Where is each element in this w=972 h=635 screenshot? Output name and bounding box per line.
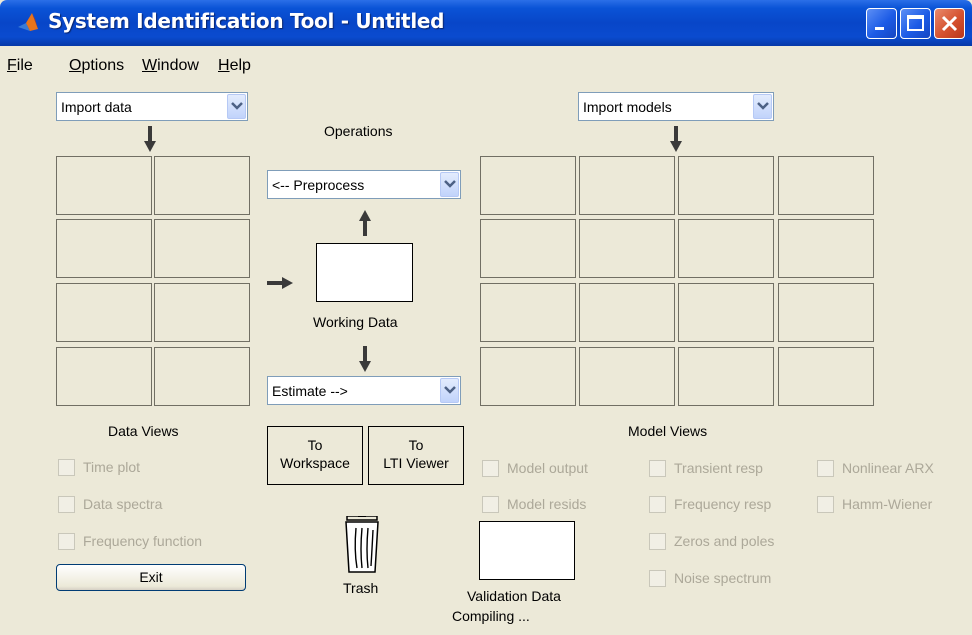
chevron-down-icon	[757, 102, 769, 110]
minimize-button[interactable]	[866, 8, 897, 39]
checkbox-box[interactable]	[58, 459, 75, 476]
to-workspace-button[interactable]: To Workspace	[267, 426, 363, 485]
arrow-down-icon	[359, 346, 371, 372]
checkbox-box[interactable]	[649, 460, 666, 477]
checkbox-box[interactable]	[649, 570, 666, 587]
import-data-select[interactable]: Import data	[56, 92, 248, 121]
working-data-slot[interactable]	[316, 243, 413, 302]
window-title: System Identification Tool - Untitled	[48, 9, 445, 33]
model-slot[interactable]	[480, 283, 576, 342]
data-slot[interactable]	[56, 219, 152, 278]
model-slot[interactable]	[778, 219, 874, 278]
estimate-select[interactable]: Estimate -->	[267, 376, 461, 405]
data-slot[interactable]	[56, 156, 152, 215]
minimize-icon	[875, 27, 884, 30]
main-panel: Import data Data Views Time plot Data sp…	[0, 86, 972, 635]
arrow-down-icon	[144, 126, 156, 152]
title-bar[interactable]: System Identification Tool - Untitled	[0, 0, 972, 46]
model-slot[interactable]	[480, 347, 576, 406]
trash-bin[interactable]	[342, 515, 382, 574]
chevron-down-icon	[444, 386, 456, 394]
checkbox-box[interactable]	[58, 496, 75, 513]
trash-label: Trash	[343, 580, 379, 596]
data-slot[interactable]	[154, 283, 250, 342]
status-text: Compiling ...	[452, 608, 530, 624]
exit-button[interactable]: Exit	[56, 564, 246, 591]
maximize-button[interactable]	[900, 8, 931, 39]
import-models-value: Import models	[583, 99, 672, 115]
model-slot[interactable]	[678, 347, 774, 406]
checkbox-box[interactable]	[649, 496, 666, 513]
to-lti-viewer-button[interactable]: To LTI Viewer	[368, 426, 464, 485]
arrow-up-icon	[359, 210, 371, 236]
arrow-right-icon	[267, 277, 293, 289]
data-slot[interactable]	[56, 347, 152, 406]
close-button[interactable]	[934, 8, 965, 39]
model-slot[interactable]	[678, 156, 774, 215]
checkbox-box[interactable]	[817, 460, 834, 477]
estimate-value: Estimate -->	[272, 383, 348, 399]
menu-file[interactable]: File	[7, 57, 33, 75]
model-slot[interactable]	[480, 156, 576, 215]
model-slot[interactable]	[480, 219, 576, 278]
dropdown-button[interactable]	[440, 378, 459, 403]
model-slot[interactable]	[778, 156, 874, 215]
model-slot[interactable]	[778, 283, 874, 342]
checkbox-box[interactable]	[58, 533, 75, 550]
model-slot[interactable]	[579, 156, 675, 215]
menu-bar: File Options Window Help	[0, 46, 972, 86]
model-views-label: Model Views	[628, 423, 708, 439]
dropdown-button[interactable]	[440, 172, 459, 197]
matlab-logo-icon	[18, 13, 38, 31]
menu-window[interactable]: Window	[142, 57, 199, 75]
data-slot[interactable]	[154, 347, 250, 406]
checkbox-box[interactable]	[649, 533, 666, 550]
dropdown-button[interactable]	[227, 94, 246, 119]
operations-label: Operations	[324, 123, 393, 139]
checkbox-box[interactable]	[817, 496, 834, 513]
working-data-label: Working Data	[313, 314, 398, 330]
model-slot[interactable]	[579, 283, 675, 342]
menu-help[interactable]: Help	[218, 57, 251, 75]
import-models-select[interactable]: Import models	[578, 92, 774, 121]
preprocess-select[interactable]: <-- Preprocess	[267, 170, 461, 199]
menu-options[interactable]: Options	[69, 57, 124, 75]
dropdown-button[interactable]	[753, 94, 772, 119]
model-slot[interactable]	[678, 219, 774, 278]
chevron-down-icon	[444, 180, 456, 188]
data-slot[interactable]	[154, 156, 250, 215]
preprocess-value: <-- Preprocess	[272, 177, 365, 193]
app-window: System Identification Tool - Untitled Fi…	[0, 0, 972, 635]
arrow-down-icon	[670, 126, 682, 152]
close-icon	[941, 15, 958, 32]
trash-bin-icon	[345, 515, 379, 573]
model-slot[interactable]	[579, 347, 675, 406]
maximize-icon	[907, 15, 924, 31]
model-slot[interactable]	[678, 283, 774, 342]
import-data-value: Import data	[61, 99, 132, 115]
chevron-down-icon	[231, 102, 243, 110]
data-slot[interactable]	[56, 283, 152, 342]
data-views-label: Data Views	[108, 423, 179, 439]
checkbox-box[interactable]	[482, 496, 499, 513]
validation-data-slot[interactable]	[479, 521, 575, 580]
validation-data-label: Validation Data	[467, 588, 561, 604]
model-slot[interactable]	[778, 347, 874, 406]
model-slot[interactable]	[579, 219, 675, 278]
checkbox-box[interactable]	[482, 460, 499, 477]
data-slot[interactable]	[154, 219, 250, 278]
